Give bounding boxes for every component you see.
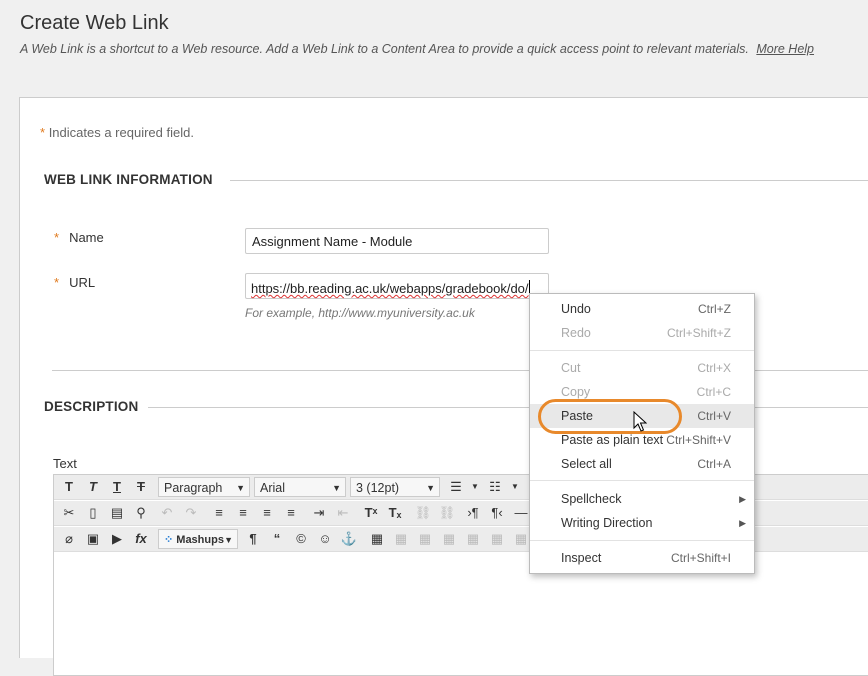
align-left-icon[interactable]: ≡ <box>208 503 230 523</box>
copyright-icon[interactable]: © <box>290 529 312 549</box>
subscript-icon[interactable]: Tₓ <box>384 503 406 523</box>
chevron-right-icon: ▶ <box>739 518 746 528</box>
table-cell-icon[interactable]: ▦ <box>438 529 460 549</box>
table-icon[interactable]: ▦ <box>366 529 388 549</box>
superscript-icon[interactable]: Tˣ <box>360 503 382 523</box>
url-label: * URL <box>54 275 95 290</box>
required-note: * Indicates a required field. <box>40 125 194 140</box>
italic-icon[interactable]: T <box>82 477 104 497</box>
menu-separator <box>530 350 754 351</box>
paste-icon[interactable]: ▤ <box>106 503 128 523</box>
table-row-icon[interactable]: ▦ <box>390 529 412 549</box>
align-right-icon[interactable]: ≡ <box>256 503 278 523</box>
copy-icon[interactable]: ▯ <box>82 503 104 523</box>
align-center-icon[interactable]: ≡ <box>232 503 254 523</box>
menu-item-select-all[interactable]: Select all Ctrl+A <box>530 452 754 476</box>
formula-icon[interactable]: fx <box>130 529 152 549</box>
required-star: * <box>40 125 46 140</box>
indent-icon[interactable]: ⇥ <box>308 503 330 523</box>
bold-icon[interactable]: T <box>58 477 80 497</box>
url-hint: For example, http://www.myuniversity.ac.… <box>245 306 475 320</box>
required-star: * <box>54 230 60 245</box>
required-star: * <box>54 275 60 290</box>
section-divider <box>148 407 868 408</box>
chevron-right-icon: ▶ <box>739 494 746 504</box>
underline-icon[interactable]: T <box>106 477 128 497</box>
attachment-icon[interactable]: ⌀ <box>58 529 80 549</box>
find-icon[interactable]: ⚲ <box>130 503 152 523</box>
table-merge-icon[interactable]: ▦ <box>462 529 484 549</box>
menu-item-inspect[interactable]: Inspect Ctrl+Shift+I <box>530 546 754 570</box>
name-input[interactable] <box>245 228 549 254</box>
link-icon[interactable]: ⛓ <box>412 503 434 523</box>
blockquote-icon[interactable]: “ <box>266 529 288 549</box>
name-label-text: Name <box>69 230 104 245</box>
name-label: * Name <box>54 230 104 245</box>
mashups-select[interactable]: ⁘ Mashups ▼ <box>158 529 238 549</box>
required-note-text: Indicates a required field. <box>48 125 194 140</box>
menu-item-undo[interactable]: Undo Ctrl+Z <box>530 297 754 321</box>
paste-highlight-ring <box>538 399 682 434</box>
menu-separator <box>530 480 754 481</box>
media-icon[interactable]: ▶ <box>106 529 128 549</box>
page-description: A Web Link is a shortcut to a Web resour… <box>20 42 814 56</box>
paragraph-mark-icon[interactable]: ¶ <box>242 529 264 549</box>
mouse-pointer-icon <box>633 411 647 432</box>
cut-icon[interactable]: ✂ <box>58 503 80 523</box>
chevron-down-icon[interactable]: ▼ <box>504 477 526 497</box>
image-icon[interactable]: ▣ <box>82 529 104 549</box>
page-title: Create Web Link <box>20 12 169 34</box>
justify-icon[interactable]: ≡ <box>280 503 302 523</box>
menu-item-cut[interactable]: Cut Ctrl+X <box>530 356 754 380</box>
font-select[interactable]: Arial ▼ <box>254 477 346 497</box>
section-heading-web-link-info: WEB LINK INFORMATION <box>44 172 213 187</box>
url-label-text: URL <box>69 275 96 290</box>
strikethrough-icon[interactable]: T <box>130 477 152 497</box>
table-col-icon[interactable]: ▦ <box>414 529 436 549</box>
section-heading-description: DESCRIPTION <box>44 399 139 414</box>
menu-item-writing-direction[interactable]: Writing Direction ▶ <box>530 511 754 535</box>
outdent-icon[interactable]: ⇤ <box>332 503 354 523</box>
menu-item-spellcheck[interactable]: Spellcheck ▶ <box>530 487 754 511</box>
chevron-down-icon[interactable]: ▼ <box>464 477 486 497</box>
menu-separator <box>530 540 754 541</box>
menu-item-redo[interactable]: Redo Ctrl+Shift+Z <box>530 321 754 345</box>
section-divider <box>230 180 868 181</box>
emoticon-icon[interactable]: ☺ <box>314 529 336 549</box>
redo-icon[interactable]: ↷ <box>180 503 202 523</box>
text-label: Text <box>53 456 77 471</box>
ltr-paragraph-icon[interactable]: ›¶ <box>462 503 484 523</box>
unlink-icon[interactable]: ⛓ <box>436 503 458 523</box>
numbered-list-icon[interactable]: ☷ <box>484 477 506 497</box>
description-text: A Web Link is a shortcut to a Web resour… <box>20 42 749 56</box>
anchor-icon[interactable]: ⚓ <box>338 529 360 549</box>
mashups-icon: ⁘ <box>164 534 174 546</box>
table-split-icon[interactable]: ▦ <box>486 529 508 549</box>
size-select[interactable]: 3 (12pt) ▼ <box>350 477 440 497</box>
undo-icon[interactable]: ↶ <box>156 503 178 523</box>
url-input-value: https://bb.reading.ac.uk/webapps/gradebo… <box>251 280 530 296</box>
rtl-paragraph-icon[interactable]: ¶‹ <box>486 503 508 523</box>
more-help-link[interactable]: More Help <box>756 42 814 56</box>
format-select[interactable]: Paragraph ▼ <box>158 477 250 497</box>
